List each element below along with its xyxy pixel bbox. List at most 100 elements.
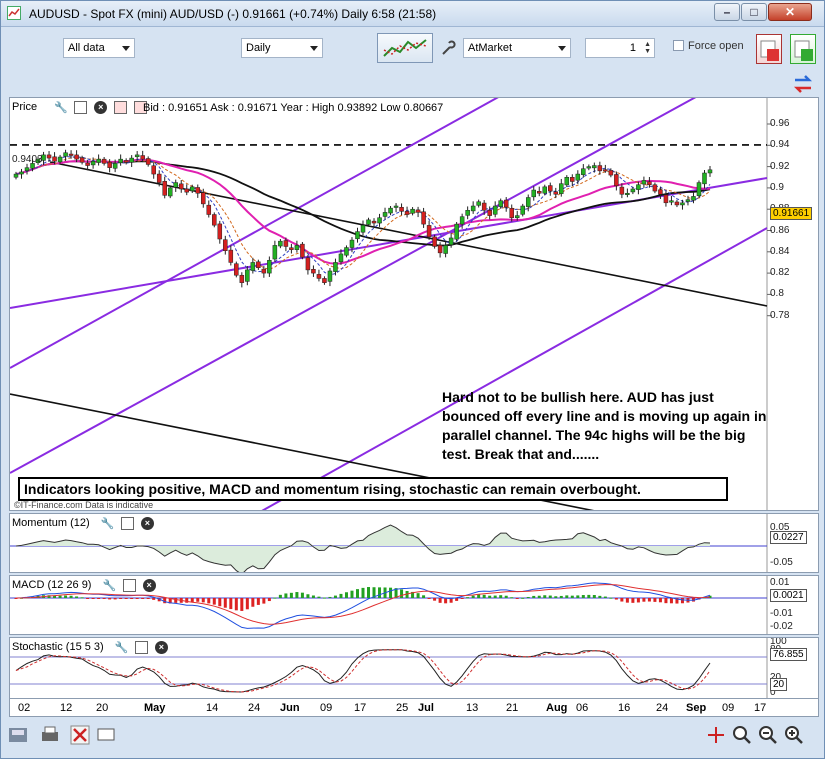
wrench-icon[interactable]: 🔧 (54, 101, 68, 114)
swap-arrows-icon[interactable] (791, 73, 815, 95)
close-pane-icon[interactable] (142, 579, 156, 592)
macd-histogram-bar (482, 594, 486, 598)
candle-body (217, 223, 223, 240)
wrench-icon[interactable]: 🔧 (115, 641, 129, 654)
candle-body (465, 210, 470, 216)
macd-histogram-bar (455, 598, 459, 601)
maximize-pane-icon[interactable] (120, 517, 134, 530)
checkbox-icon[interactable] (673, 40, 684, 51)
stochastic-pane[interactable]: Stochastic (15 5 3) 🔧 100 80 20 0 76.855… (9, 637, 819, 699)
close-pane-icon[interactable] (94, 101, 108, 114)
candle-body (63, 152, 68, 157)
macd-histogram-bar (102, 598, 106, 599)
indicators-button[interactable] (377, 33, 433, 63)
minimize-button[interactable]: – (714, 3, 740, 21)
candle-body (674, 201, 680, 206)
macd-histogram-bar (521, 597, 525, 599)
macd-histogram-bar (378, 587, 382, 598)
momentum-pane-header: Momentum (12) 🔧 (12, 516, 154, 532)
macd-histogram-bar (284, 593, 288, 598)
macd-histogram-bar (526, 596, 530, 598)
candle-body (691, 196, 696, 201)
candle-body (250, 262, 256, 271)
order-type-select[interactable]: AtMarket (463, 38, 571, 58)
macd-histogram-bar (642, 598, 646, 602)
candle-body (162, 181, 167, 196)
macd-histogram-bar (669, 598, 673, 604)
sell-button[interactable] (756, 34, 782, 64)
maximize-pane-icon[interactable] (134, 641, 148, 654)
close-pane-icon[interactable] (140, 517, 154, 530)
candle-body (570, 177, 575, 182)
force-open-checkbox[interactable]: Force open (673, 40, 744, 52)
candle-body (272, 245, 278, 260)
maximize-pane-icon[interactable] (74, 101, 88, 114)
candle-body (156, 173, 162, 183)
macd-histogram-bar (339, 593, 343, 598)
candle-body (658, 189, 663, 195)
moving-average-fast (15, 156, 711, 270)
wrench-icon[interactable] (439, 39, 457, 57)
zoom-out-icon[interactable] (757, 724, 779, 746)
candle-body (652, 184, 658, 192)
buy-button[interactable] (790, 34, 816, 64)
maximize-pane-icon[interactable] (122, 579, 136, 592)
candle-body (603, 169, 608, 172)
stochastic-d-line (15, 649, 711, 693)
macd-histogram-bar (565, 595, 569, 598)
screen-icon[interactable] (95, 724, 117, 746)
candle-body (201, 192, 206, 205)
macd-histogram-bar (466, 597, 470, 599)
macd-histogram-bar (433, 598, 437, 601)
spinner-arrows-icon[interactable]: ▲ ▼ (644, 41, 651, 55)
chevron-down-icon (122, 46, 130, 51)
macd-histogram-bar (328, 596, 332, 598)
save-icon[interactable] (7, 724, 29, 746)
data-range-select[interactable]: All data (63, 38, 135, 58)
crosshair-icon[interactable] (705, 724, 727, 746)
candle-body (388, 207, 393, 214)
macd-histogram-bar (135, 598, 139, 599)
candle-body (13, 173, 19, 178)
candle-body (140, 155, 145, 160)
price-tick: 0.92 (770, 160, 790, 172)
macd-tick: -0.02 (770, 621, 793, 632)
candle-body (470, 205, 476, 212)
macd-histogram-bar (631, 598, 635, 603)
candle-body (344, 247, 349, 256)
print-icon[interactable] (39, 724, 61, 746)
close-pane-icon[interactable] (154, 641, 168, 654)
window-title: AUDUSD - Spot FX (mini) AUD/USD (-) 0.91… (29, 7, 437, 21)
candle-body (625, 192, 630, 195)
date-axis-label: Jul (418, 702, 434, 714)
momentum-pane[interactable]: Momentum (12) 🔧 0.05 -0.05 0.0227 (9, 513, 819, 573)
candle-body (437, 244, 443, 254)
macd-pane-header: MACD (12 26 9) 🔧 (12, 578, 156, 594)
macd-histogram-bar (576, 595, 580, 598)
wrench-icon[interactable]: 🔧 (101, 517, 115, 530)
macd-histogram-bar (69, 595, 73, 598)
wrench-icon[interactable]: 🔧 (103, 579, 117, 592)
price-pane[interactable]: Price 🔧 Bid : 0.91651 Ask : 0.91671 Year… (9, 97, 819, 511)
maximize-icon: □ (750, 5, 758, 19)
candle-body (190, 186, 195, 192)
candle-body (509, 208, 514, 218)
period-value: Daily (246, 42, 271, 54)
macd-histogram-bar (146, 598, 150, 599)
zoom-fit-icon[interactable] (731, 724, 753, 746)
stochastic-value-tag: 76.855 (770, 648, 807, 661)
move-pane-icon[interactable] (114, 101, 128, 114)
zoom-in-icon[interactable] (783, 724, 805, 746)
macd-histogram-bar (273, 597, 277, 599)
maximize-button[interactable]: □ (741, 3, 767, 21)
macd-tick: -0.01 (770, 608, 793, 619)
macd-pane[interactable]: MACD (12 26 9) 🔧 0.01 -0.01 -0.02 0.0021 (9, 575, 819, 635)
macd-histogram-bar (548, 595, 552, 598)
minimize-icon: – (723, 5, 731, 19)
quantity-stepper[interactable]: 1 ▲ ▼ (585, 38, 655, 58)
macd-histogram-bar (510, 597, 514, 599)
period-select[interactable]: Daily (241, 38, 323, 58)
delete-drawings-icon[interactable] (69, 724, 91, 746)
close-button[interactable]: ✕ (768, 3, 812, 21)
momentum-pane-label: Momentum (12) (12, 517, 90, 529)
